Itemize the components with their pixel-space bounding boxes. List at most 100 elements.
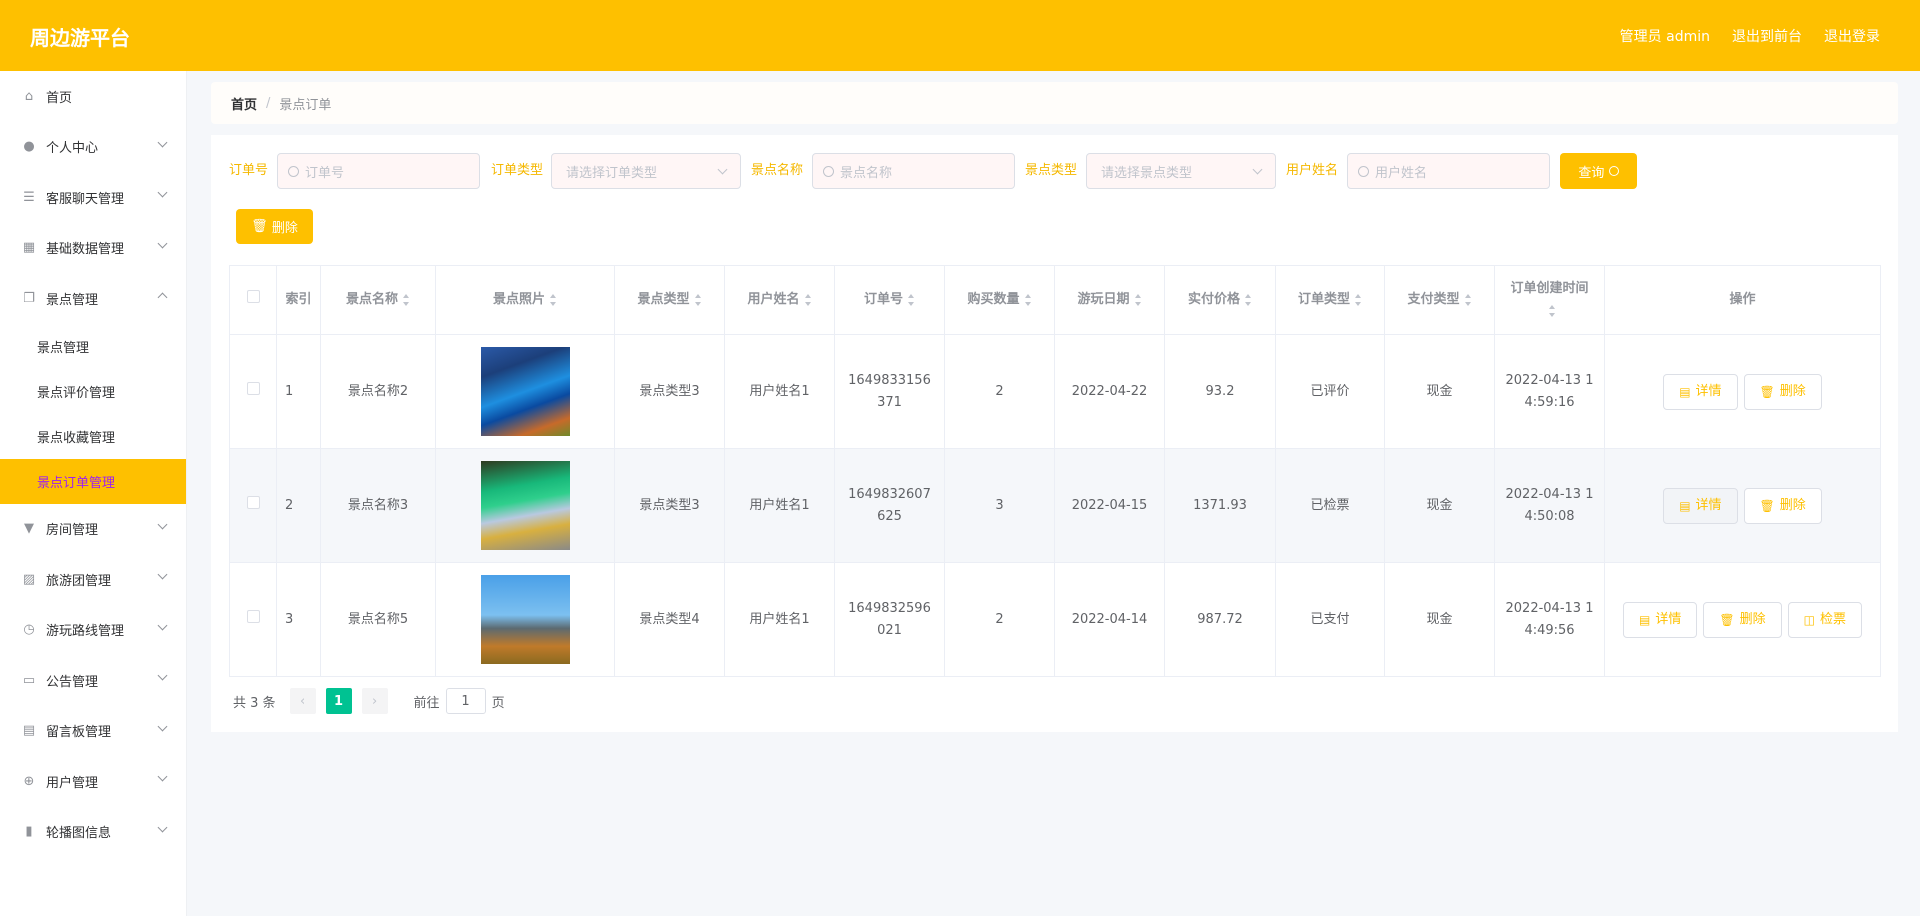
select-all-checkbox[interactable]	[246, 290, 260, 303]
sidebar-subitem-1[interactable]: 景点评价管理	[0, 369, 186, 414]
sidebar-item-9[interactable]: ▤ 留言板管理	[0, 706, 186, 757]
row-select-cell	[229, 562, 277, 677]
sort-icon[interactable]	[1464, 293, 1472, 306]
sidebar-item-3[interactable]: ▦ 基础数据管理	[0, 223, 186, 274]
column-label: 游玩日期	[1077, 292, 1130, 307]
sidebar-item-2[interactable]: ☰ 客服聊天管理	[0, 172, 186, 223]
column-header[interactable]: 支付类型	[1384, 265, 1495, 335]
batch-delete-button[interactable]: 🗑 删除	[236, 209, 313, 244]
column-header[interactable]: 订单类型	[1275, 265, 1385, 335]
column-header[interactable]: 购买数量	[944, 265, 1055, 335]
page-1-button[interactable]: 1	[325, 688, 352, 714]
chevron-down-icon	[1252, 164, 1263, 175]
row-checkbox[interactable]	[246, 495, 260, 509]
search-icon	[823, 165, 834, 177]
sort-icon[interactable]	[1355, 293, 1362, 306]
sidebar-item-8[interactable]: ▭ 公告管理	[0, 655, 186, 706]
sidebar-subitem-3[interactable]: 景点订单管理	[0, 458, 186, 504]
column-header[interactable]: 游玩日期	[1054, 265, 1165, 335]
column-label: 支付类型	[1407, 292, 1460, 307]
goto-label: 前往	[413, 695, 440, 711]
spot-type-select[interactable]: 请选择景点类型	[1086, 153, 1276, 189]
placeholder: 请选择订单类型	[566, 165, 658, 181]
admin-user-label[interactable]: 管理员 admin	[1620, 26, 1710, 46]
sidebar-subitem-2[interactable]: 景点收藏管理	[0, 414, 186, 459]
delete-button[interactable]: 🗑 删除	[1743, 373, 1822, 410]
sort-icon[interactable]	[550, 293, 557, 306]
goto-page-input[interactable]: 1	[445, 688, 486, 714]
sort-icon[interactable]	[804, 293, 812, 306]
cell-index: 3	[276, 562, 321, 677]
delete-button[interactable]: 🗑 删除	[1743, 487, 1822, 524]
cell-text: 1649833156371	[848, 372, 931, 410]
actions-cell: ▤ 详情 🗑 删除	[1604, 448, 1881, 563]
sidebar-item-11[interactable]: ▮ 轮播图信息	[0, 807, 186, 858]
exit-to-front-link[interactable]: 退出到前台	[1732, 26, 1802, 46]
column-label: 购买数量	[967, 292, 1020, 307]
sort-icon[interactable]	[403, 293, 410, 306]
column-header[interactable]: 景点名称	[320, 265, 436, 335]
sort-icon[interactable]	[1548, 304, 1556, 317]
sidebar-item-10[interactable]: ⊕ 用户管理	[0, 756, 186, 807]
sidebar-item-4[interactable]: ❐ 景点管理	[0, 273, 186, 324]
table-row: 3 景点名称5 景点类型4 用户姓名1 1649832596021 2 2022-04-14…	[229, 562, 1881, 677]
row-checkbox[interactable]	[246, 609, 260, 623]
detail-button[interactable]: ▤ 详情	[1663, 487, 1738, 524]
trash-icon: 🗑	[1759, 498, 1775, 513]
cell-text: 景点名称5	[347, 611, 409, 627]
sidebar-item-7[interactable]: ◷ 游玩路线管理	[0, 605, 186, 656]
cell-text: 现金	[1426, 611, 1453, 627]
spot-photo[interactable]	[480, 347, 570, 436]
sidebar-item-5[interactable]: ▼ 房间管理	[0, 504, 186, 555]
column-label: 景点类型	[637, 292, 690, 307]
cell-qty: 2	[944, 562, 1055, 677]
cell-pay: 现金	[1384, 562, 1495, 677]
button-label: 删除	[1739, 611, 1766, 627]
column-header[interactable]: 用户姓名	[724, 265, 835, 335]
column-header[interactable]: 实付价格	[1164, 265, 1276, 335]
sidebar-item-1[interactable]: ● 个人中心	[0, 122, 186, 173]
order-type-select[interactable]: 请选择订单类型	[551, 153, 741, 189]
photo-cell	[435, 562, 615, 677]
cell-order_no: 1649832596021	[834, 562, 945, 677]
detail-button[interactable]: ▤ 详情	[1663, 373, 1738, 410]
doc-icon: ▤	[1679, 498, 1691, 513]
query-button[interactable]: 查询	[1560, 153, 1637, 189]
sidebar-item-label: 游玩路线管理	[46, 624, 125, 640]
column-label: 订单类型	[1297, 292, 1350, 307]
column-header[interactable]: 景点照片	[435, 265, 615, 335]
spot-photo[interactable]	[480, 461, 570, 550]
breadcrumb-home[interactable]: 首页	[231, 94, 257, 113]
delete-button[interactable]: 🗑 删除	[1703, 601, 1782, 638]
search-icon	[1358, 165, 1369, 177]
column-header[interactable]: 景点类型	[614, 265, 725, 335]
user-name-input[interactable]: 用户姓名	[1347, 153, 1550, 189]
spot-name-input[interactable]: 景点名称	[812, 153, 1015, 189]
column-label: 用户姓名	[747, 292, 800, 307]
column-header[interactable]: 订单号	[834, 265, 945, 335]
sort-icon[interactable]	[1245, 293, 1252, 306]
row-checkbox[interactable]	[246, 381, 260, 395]
cell-text: 用户姓名1	[749, 611, 810, 627]
actions-cell: ▤ 详情 🗑 删除 ◫ 检票	[1604, 562, 1881, 677]
bar-chart-icon: ▮	[25, 824, 33, 840]
sidebar-subitem-0[interactable]: 景点管理	[0, 324, 186, 369]
logout-link[interactable]: 退出登录	[1824, 26, 1880, 46]
sort-icon[interactable]	[694, 293, 702, 306]
prev-page-button[interactable]: ‹	[289, 688, 316, 714]
check-ticket-button[interactable]: ◫ 检票	[1787, 601, 1862, 638]
sort-icon[interactable]	[908, 293, 915, 306]
sidebar-item-0[interactable]: ⌂ 首页	[0, 71, 186, 122]
detail-button[interactable]: ▤ 详情	[1623, 601, 1698, 638]
sidebar-item-6[interactable]: ▨ 旅游团管理	[0, 554, 186, 605]
cell-text: 景点名称3	[347, 497, 409, 513]
sort-icon[interactable]	[1024, 293, 1032, 306]
spot-photo[interactable]	[480, 575, 570, 664]
column-header[interactable]: 订单创建时间	[1494, 265, 1605, 335]
order-no-input[interactable]: 订单号	[277, 153, 480, 189]
next-page-button[interactable]: ›	[361, 688, 388, 714]
content-card: 订单号 订单号 订单类型 请选择订单类型 景点名称 景点名称 景点类型 请选择景…	[211, 135, 1898, 732]
sort-icon[interactable]	[1134, 293, 1142, 306]
cell-text: 1649832607625	[848, 486, 931, 524]
cell-type: 景点类型4	[614, 562, 725, 677]
